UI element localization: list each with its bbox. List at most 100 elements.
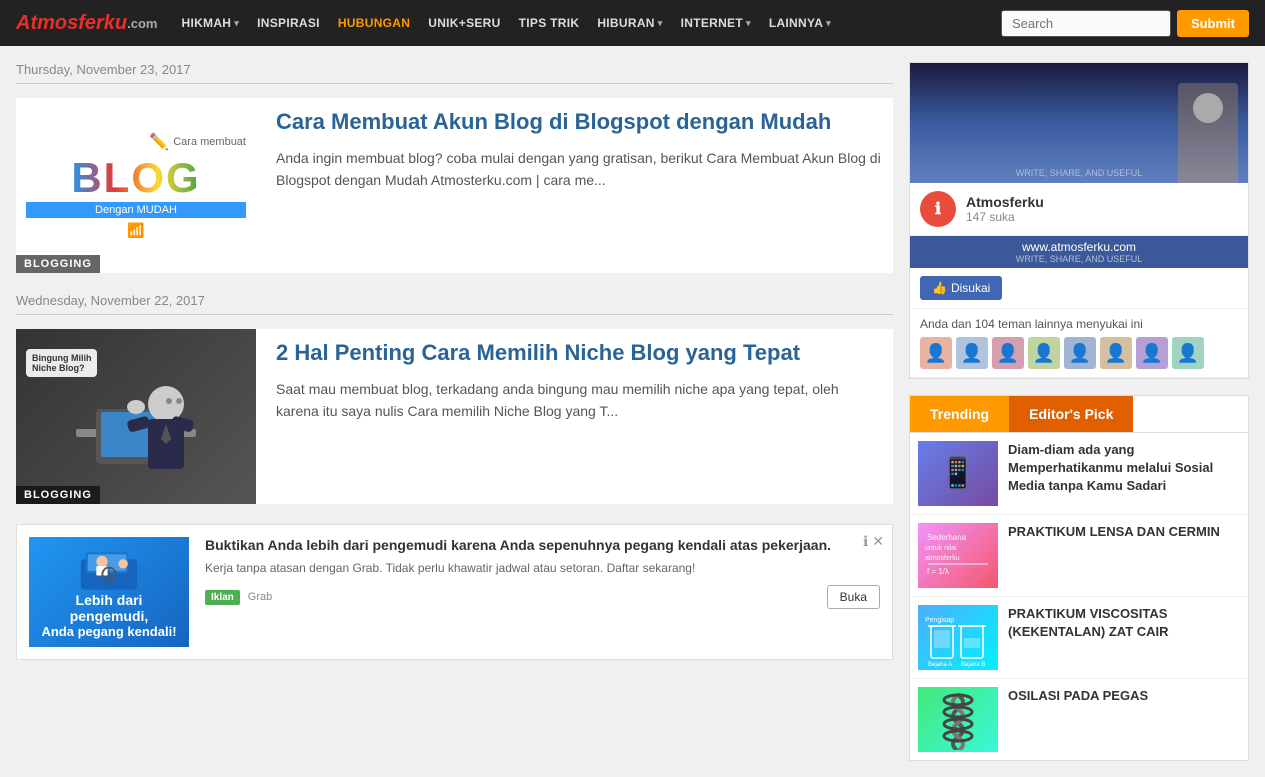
- nav-unikseru[interactable]: UNIK+SERU: [420, 10, 508, 36]
- spring-illustration: [923, 690, 993, 750]
- nav-hiburan[interactable]: HIBURAN ▾: [589, 10, 670, 36]
- chevron-down-icon: ▾: [826, 18, 831, 29]
- fb-mini-avatar-2: 👤: [956, 337, 988, 369]
- nav-tipstrik[interactable]: TIPS TRIK: [511, 10, 588, 36]
- ad-footer: Iklan Grab Buka: [205, 585, 880, 609]
- phone-icon: 📱: [939, 456, 976, 491]
- main-nav: HIKMAH ▾ INSPIRASI HUBUNGAN UNIK+SERU TI…: [173, 10, 984, 36]
- post-info-1: Cara Membuat Akun Blog di Blogspot denga…: [276, 98, 893, 273]
- trending-section: Trending Editor's Pick 📱 Diam-diam ada y…: [909, 395, 1249, 761]
- fb-mini-avatar-5: 👤: [1064, 337, 1096, 369]
- fb-tagline-sub: WRITE, SHARE, AND USEFUL: [914, 254, 1244, 264]
- tab-trending[interactable]: Trending: [910, 396, 1009, 432]
- trending-item-1[interactable]: 📱 Diam-diam ada yang Memperhatikanmu mel…: [910, 433, 1248, 515]
- trending-item-2[interactable]: Sederhana untuk nilai atmosferku f = 1/λ…: [910, 515, 1248, 597]
- fb-mini-avatar-1: 👤: [920, 337, 952, 369]
- logo-dotcom: .com: [127, 16, 157, 31]
- thumbsup-icon: 👍: [932, 281, 947, 295]
- post-thumbnail-1[interactable]: ✏️ Cara membuat BLOG Dengan MUDAH 📶 BLOG…: [16, 98, 256, 273]
- nav-hubungan[interactable]: HUBUNGAN: [330, 10, 418, 36]
- fb-mini-avatar-8: 👤: [1172, 337, 1204, 369]
- speech-bubble: Bingung MilihNiche Blog?: [26, 349, 97, 377]
- post-excerpt-2: Saat mau membuat blog, terkadang anda bi…: [276, 378, 883, 423]
- site-logo[interactable]: Atmosferku.com: [16, 12, 157, 35]
- date-header-2: Wednesday, November 22, 2017: [16, 293, 893, 315]
- fb-friends-section: Anda dan 104 teman lainnya menyukai ini …: [910, 309, 1248, 378]
- ad-image: Lebih dari pengemudi, Anda pegang kendal…: [29, 537, 189, 647]
- post-excerpt-1: Anda ingin membuat blog? coba mulai deng…: [276, 147, 883, 192]
- main-layout: Thursday, November 23, 2017 ✏️ Cara memb…: [0, 46, 1265, 777]
- nav-lainnya[interactable]: LAINNYA ▾: [761, 10, 839, 36]
- trending-text-4: OSILASI PADA PEGAS: [1008, 687, 1148, 705]
- chevron-down-icon: ▾: [658, 18, 663, 29]
- svg-text:f = 1/λ: f = 1/λ: [927, 567, 949, 576]
- svg-text:Sederhana: Sederhana: [927, 533, 967, 542]
- thumbnail-image-2: Bingung MilihNiche Blog?: [16, 329, 256, 504]
- fb-avatar: ℹ: [920, 191, 956, 227]
- thumbnail-image-1: ✏️ Cara membuat BLOG Dengan MUDAH 📶: [16, 98, 256, 273]
- trending-thumb-1: 📱: [918, 441, 998, 506]
- trending-tabs: Trending Editor's Pick: [910, 396, 1248, 433]
- lab-illustration: Pengisap Bejana A Bejana B: [923, 608, 993, 668]
- ad-close-controls: ℹ ✕: [863, 533, 884, 550]
- fb-friends-text: Anda dan 104 teman lainnya menyukai ini: [920, 317, 1238, 331]
- search-box: Submit: [1001, 10, 1249, 37]
- header: Atmosferku.com HIKMAH ▾ INSPIRASI HUBUNG…: [0, 0, 1265, 46]
- ad-desc: Kerja tanpa atasan dengan Grab. Tidak pe…: [205, 559, 880, 577]
- submit-button[interactable]: Submit: [1177, 10, 1249, 37]
- fb-page-info: Atmosferku 147 suka: [966, 194, 1044, 224]
- fb-url: www.atmosferku.com: [914, 240, 1244, 254]
- svg-text:Bejana B: Bejana B: [961, 662, 985, 668]
- date-header-1: Thursday, November 23, 2017: [16, 62, 893, 84]
- ad-open-button[interactable]: Buka: [827, 585, 880, 609]
- info-icon[interactable]: ℹ: [863, 533, 868, 550]
- fb-likes-count: 147 suka: [966, 210, 1044, 224]
- fb-url-bar: www.atmosferku.com WRITE, SHARE, AND USE…: [910, 236, 1248, 268]
- fb-like-button[interactable]: 👍 Disukai: [920, 276, 1002, 300]
- trending-thumb-2: Sederhana untuk nilai atmosferku f = 1/λ: [918, 523, 998, 588]
- fb-mini-avatar-4: 👤: [1028, 337, 1060, 369]
- trending-text-3: PRAKTIKUM VISCOSITAS (KEKENTALAN) ZAT CA…: [1008, 605, 1240, 641]
- trending-text-2: PRAKTIKUM LENSA DAN CERMIN: [1008, 523, 1220, 541]
- fb-person-silhouette: [1178, 83, 1238, 183]
- fb-tagline: WRITE, SHARE, AND USEFUL: [1016, 168, 1143, 178]
- facebook-widget: WRITE, SHARE, AND USEFUL ℹ Atmosferku 14…: [909, 62, 1249, 379]
- svg-text:Pengisap: Pengisap: [925, 617, 954, 624]
- post-title-2[interactable]: 2 Hal Penting Cara Memilih Niche Blog ya…: [276, 339, 883, 368]
- nav-hikmah[interactable]: HIKMAH ▾: [173, 10, 247, 36]
- fb-mini-avatar-3: 👤: [992, 337, 1024, 369]
- chevron-down-icon: ▾: [746, 18, 751, 29]
- post-card-2: Bingung MilihNiche Blog?: [16, 329, 893, 504]
- tab-editors-pick[interactable]: Editor's Pick: [1009, 396, 1133, 432]
- nav-inspirasi[interactable]: INSPIRASI: [249, 10, 328, 36]
- post-thumbnail-2[interactable]: Bingung MilihNiche Blog?: [16, 329, 256, 504]
- fb-page-name: Atmosferku: [966, 194, 1044, 210]
- fb-header: ℹ Atmosferku 147 suka: [910, 183, 1248, 236]
- formula-icon: Sederhana untuk nilai atmosferku f = 1/λ: [921, 523, 995, 588]
- ad-illustration: [39, 545, 179, 592]
- fb-like-section: 👍 Disukai: [910, 268, 1248, 309]
- svg-text:untuk nilai: untuk nilai: [925, 545, 957, 552]
- sidebar: WRITE, SHARE, AND USEFUL ℹ Atmosferku 14…: [909, 62, 1249, 761]
- fb-avatars-row: 👤 👤 👤 👤 👤 👤 👤 👤: [920, 337, 1238, 369]
- trending-text-1: Diam-diam ada yang Memperhatikanmu melal…: [1008, 441, 1240, 496]
- search-input[interactable]: [1001, 10, 1171, 37]
- svg-text:Bejana A: Bejana A: [928, 662, 952, 668]
- ad-badge: Iklan: [205, 590, 240, 605]
- trending-thumb-3: Pengisap Bejana A Bejana B: [918, 605, 998, 670]
- nav-internet[interactable]: INTERNET ▾: [673, 10, 759, 36]
- ad-title: Buktikan Anda lebih dari pengemudi karen…: [205, 537, 880, 553]
- close-icon[interactable]: ✕: [872, 533, 884, 550]
- svg-text:atmosferku: atmosferku: [925, 555, 960, 562]
- trending-thumb-4: [918, 687, 998, 752]
- trending-item-4[interactable]: OSILASI PADA PEGAS: [910, 679, 1248, 760]
- ad-tagline: Anda pegang kendali!: [41, 624, 176, 639]
- post-badge-1: BLOGGING: [16, 255, 100, 273]
- logo-text: Atmosferku: [16, 12, 127, 35]
- chevron-down-icon: ▾: [234, 18, 239, 29]
- trending-item-3[interactable]: Pengisap Bejana A Bejana B PRAKTIKUM VIS…: [910, 597, 1248, 679]
- ad-big-text: Lebih dari pengemudi,: [37, 592, 181, 624]
- post-card-1: ✏️ Cara membuat BLOG Dengan MUDAH 📶 BLOG…: [16, 98, 893, 273]
- post-title-1[interactable]: Cara Membuat Akun Blog di Blogspot denga…: [276, 108, 883, 137]
- ad-content: Buktikan Anda lebih dari pengemudi karen…: [205, 537, 880, 609]
